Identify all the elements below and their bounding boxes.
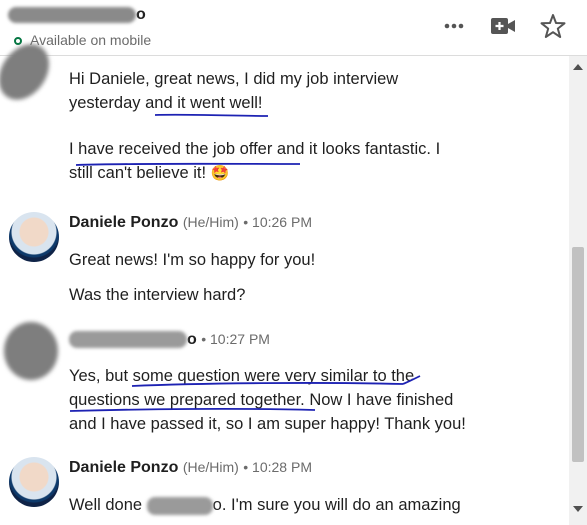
sender-header: Daniele Ponzo (He/Him) • 10:28 PM [69,459,312,477]
avatar[interactable] [9,457,59,507]
message-text: Hi Daniele, great news, I did my job int… [69,70,441,182]
video-call-icon[interactable] [489,13,517,39]
redacted-name [69,331,187,349]
pronouns: (He/Him) [182,214,239,230]
scroll-down-icon[interactable] [573,506,583,512]
redacted-name [146,496,213,515]
pronouns: (He/Him) [182,459,239,475]
star-icon[interactable] [539,12,567,40]
redacted-avatar [4,322,58,380]
timestamp: • 10:26 PM [243,214,312,230]
scroll-up-icon[interactable] [573,64,583,70]
message-text: Yes, but some question were very similar… [69,367,466,433]
contact-name[interactable]: o [8,6,146,24]
online-status-icon [14,37,22,46]
sender-header: Daniele Ponzo (He/Him) • 10:26 PM [69,214,312,232]
message-text: Well done o. I'm sure you will do an ama… [69,496,461,515]
sender-name[interactable]: Daniele Ponzo [69,214,178,231]
more-options-icon[interactable] [441,13,467,39]
redacted-name [8,6,136,23]
star-struck-emoji: 🤩 [210,165,230,182]
timestamp: • 10:27 PM [201,331,270,347]
message-text: Great news! I'm so happy for you! Was th… [69,251,316,304]
scrollbar-thumb[interactable] [572,247,584,462]
header-actions [441,12,567,40]
sender-header: o • 10:27 PM [69,331,270,349]
timestamp: • 10:28 PM [243,459,312,475]
conversation-header: o Available on mobile [0,0,587,56]
avatar[interactable] [9,212,59,262]
sender-name[interactable]: Daniele Ponzo [69,459,178,476]
